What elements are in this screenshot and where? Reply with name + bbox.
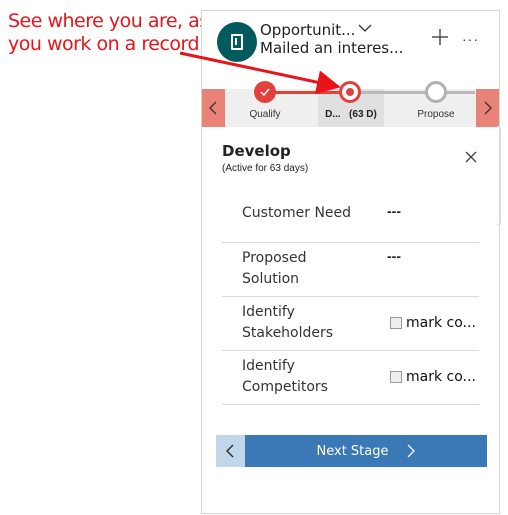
field-label-line-1: Identify xyxy=(242,358,295,374)
field-label-line-2: Solution xyxy=(242,271,300,287)
chevron-left-icon xyxy=(226,444,234,458)
active-dot xyxy=(346,88,354,96)
entity-avatar xyxy=(217,22,257,62)
stage-title: Develop xyxy=(222,142,291,160)
field-identify-competitors: Identify Competitors mark co... xyxy=(222,356,478,406)
stage-next-button[interactable] xyxy=(476,89,499,127)
field-divider xyxy=(222,242,479,243)
close-icon[interactable] xyxy=(464,150,478,164)
checkbox[interactable] xyxy=(390,317,402,329)
field-label-line-1: Identify xyxy=(242,304,295,320)
field-label-line-2: Stakeholders xyxy=(242,325,334,341)
field-customer-need: Customer Need --- xyxy=(222,203,478,243)
stage-qualify-completed-marker[interactable] xyxy=(254,81,276,103)
plus-icon[interactable] xyxy=(431,28,449,46)
upcoming-stage-connector xyxy=(350,91,475,94)
annotation-callout: See where you are, as you work on a reco… xyxy=(8,10,209,56)
annotation-line-1: See where you are, as xyxy=(8,10,209,32)
stage-propose-upcoming-marker[interactable] xyxy=(425,81,447,103)
stage-active-duration: (Active for 63 days) xyxy=(222,163,309,174)
field-divider xyxy=(222,404,479,405)
field-value[interactable]: --- xyxy=(387,248,401,264)
checkbox-label[interactable]: mark co... xyxy=(406,369,476,385)
next-stage-label: Next Stage xyxy=(316,443,389,459)
stage-prev-button[interactable] xyxy=(202,89,225,127)
stage-qualify-label[interactable]: Qualify xyxy=(236,109,294,120)
entity-title[interactable]: Opportunit... xyxy=(260,21,355,39)
checkbox-label[interactable]: mark co... xyxy=(406,315,476,331)
stage-develop-name: D... xyxy=(325,109,341,120)
field-value[interactable]: --- xyxy=(387,203,401,219)
next-stage-button[interactable]: Next Stage xyxy=(245,435,487,467)
previous-stage-button[interactable] xyxy=(216,435,245,467)
checkmark-icon xyxy=(260,88,270,96)
chevron-right-icon xyxy=(408,444,416,458)
panel-scrollbar[interactable] xyxy=(496,126,501,225)
stage-develop-duration: (63 D) xyxy=(349,109,377,120)
field-label: Customer Need xyxy=(242,205,352,221)
field-divider xyxy=(222,296,479,297)
stage-develop-label[interactable]: D... (63 D) xyxy=(320,109,382,120)
field-label-line-1: Proposed xyxy=(242,250,307,266)
chevron-down-icon[interactable] xyxy=(358,23,372,33)
stage-propose-label[interactable]: Propose xyxy=(408,109,464,120)
mark-complete-checkbox[interactable]: mark co... xyxy=(390,369,476,385)
mark-complete-checkbox[interactable]: mark co... xyxy=(390,315,476,331)
chevron-left-icon xyxy=(209,101,217,115)
field-identify-stakeholders: Identify Stakeholders mark co... xyxy=(222,302,478,352)
stage-footer: Next Stage xyxy=(216,435,487,467)
record-header: Opportunit... Mailed an interes... ··· xyxy=(202,11,499,81)
more-options-icon[interactable]: ··· xyxy=(462,31,479,47)
completed-stage-connector xyxy=(265,91,350,94)
record-subtitle: Mailed an interes... xyxy=(260,39,404,57)
field-label-line-2: Competitors xyxy=(242,379,328,395)
business-process-panel: Opportunit... Mailed an interes... ··· Q… xyxy=(201,10,501,514)
stage-develop-active-marker[interactable] xyxy=(339,81,361,103)
chevron-right-icon xyxy=(484,101,492,115)
document-icon xyxy=(231,34,243,50)
field-proposed-solution: Proposed Solution --- xyxy=(222,248,478,298)
stage-bar: Qualify D... (63 D) Propose xyxy=(202,81,499,127)
annotation-line-2: you work on a record. xyxy=(8,33,205,55)
checkbox[interactable] xyxy=(390,371,402,383)
field-divider xyxy=(222,350,479,351)
